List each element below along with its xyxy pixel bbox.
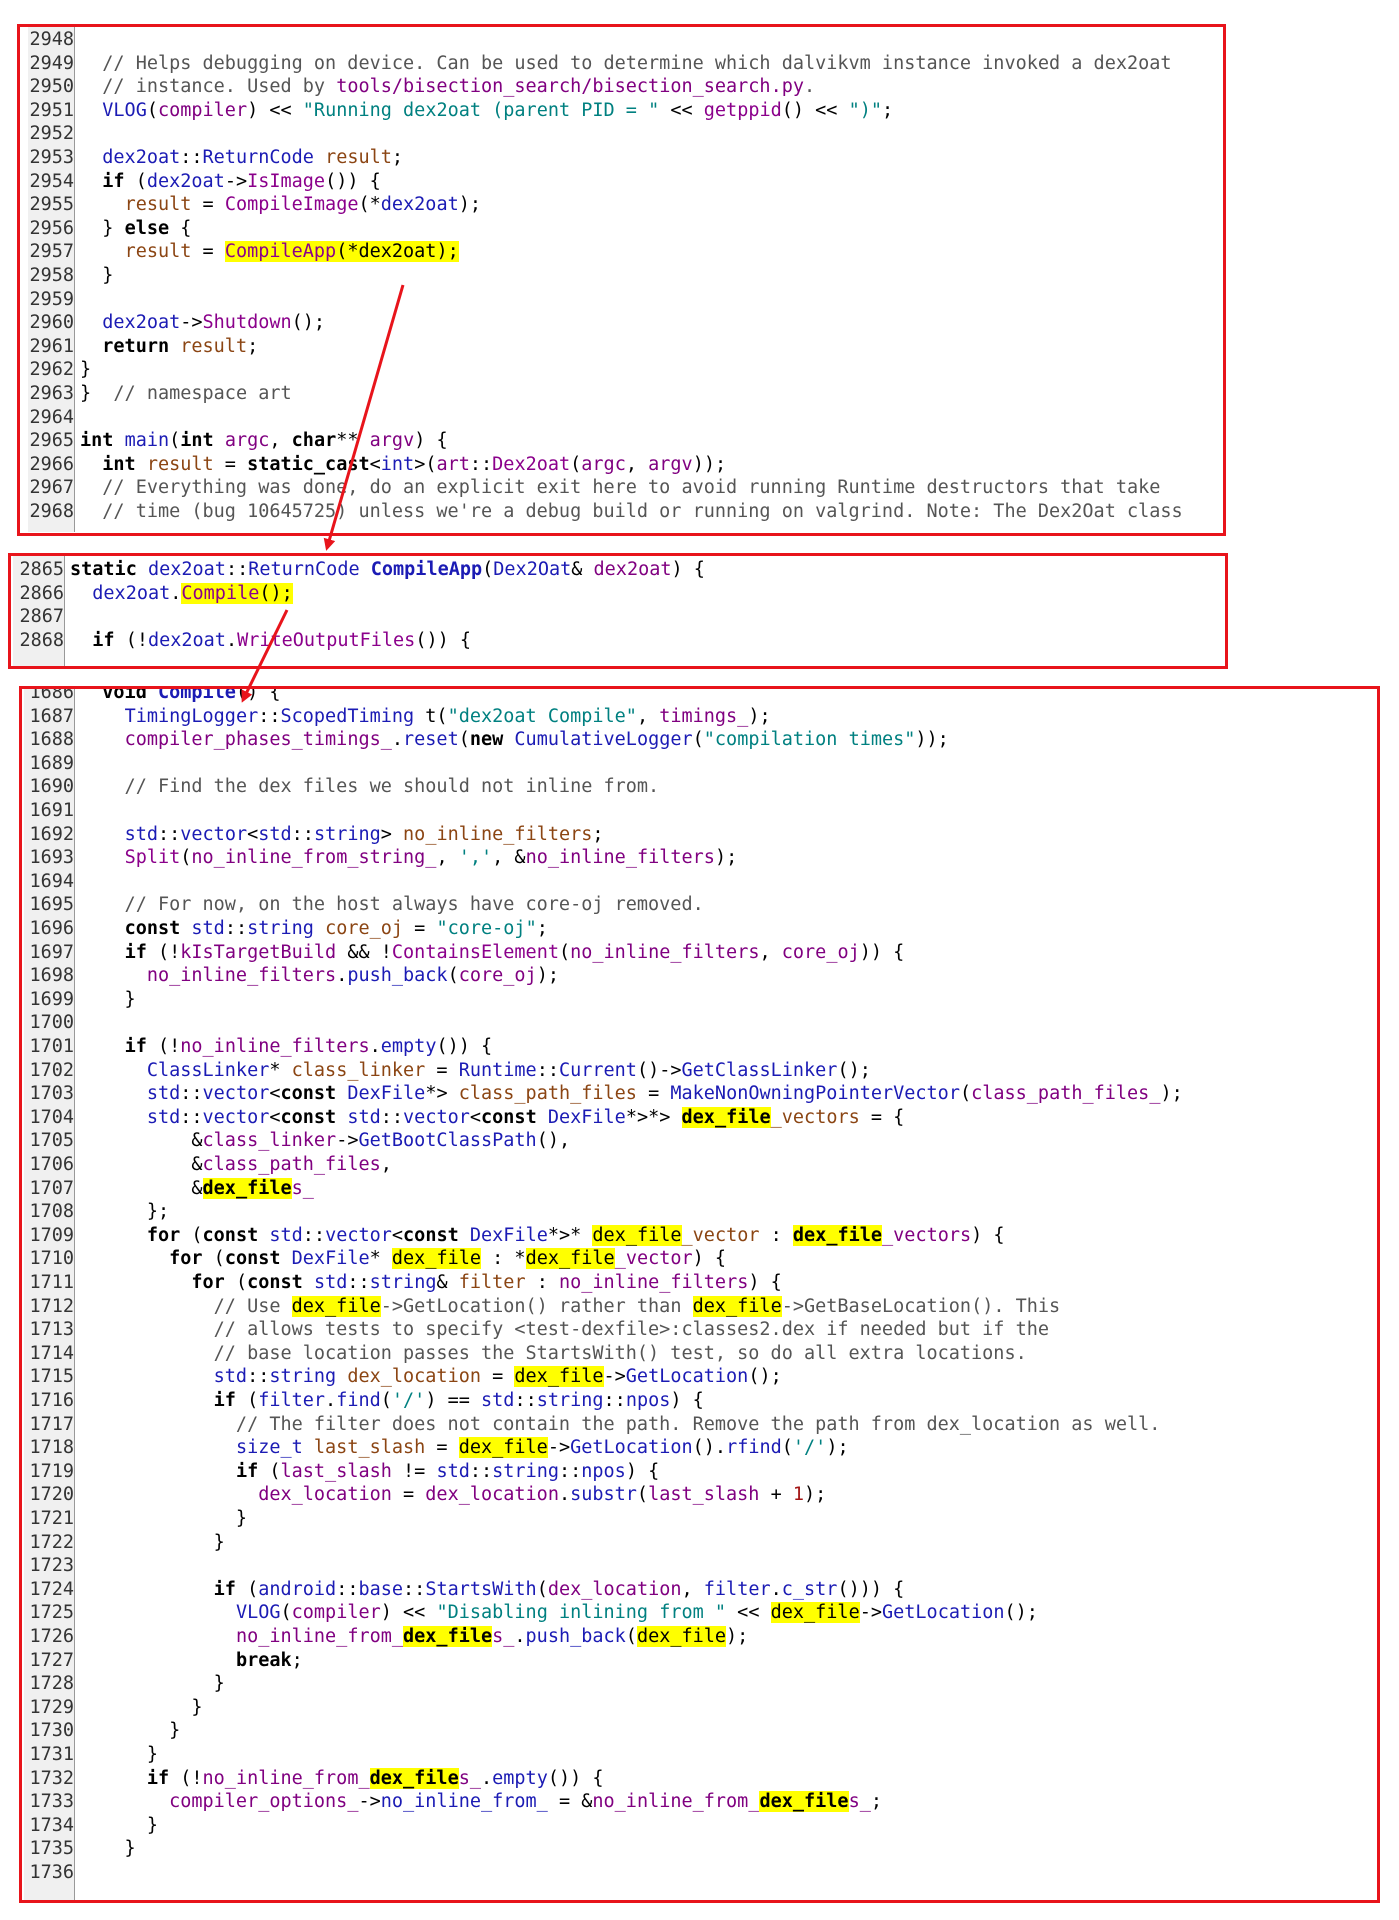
arrow-compile-to-definition — [241, 609, 289, 703]
arrow-compileapp-to-definition — [323, 284, 405, 551]
call-flow-arrows — [241, 284, 405, 703]
